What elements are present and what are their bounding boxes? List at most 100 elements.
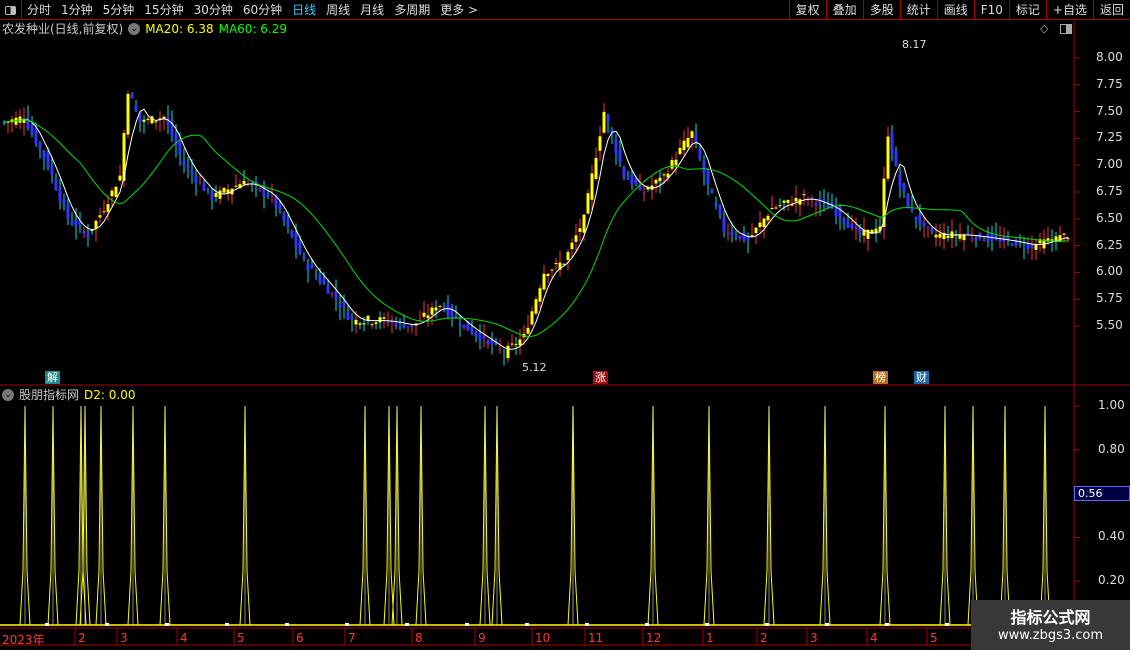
candle-body	[314, 274, 318, 276]
candle-body	[386, 321, 390, 324]
candle-body	[902, 183, 906, 193]
candle-body	[46, 153, 50, 168]
candle-body	[630, 174, 634, 185]
price-tick-label: 6.00	[1096, 264, 1123, 279]
price-chart[interactable]	[0, 0, 1130, 650]
candle-body	[782, 200, 786, 203]
candle-body	[934, 234, 938, 238]
candle-body	[690, 131, 694, 139]
candle-body	[518, 339, 522, 346]
candle-body	[694, 134, 698, 143]
month-label: 2023年	[2, 633, 45, 647]
candle-body	[178, 140, 182, 156]
candle-body	[154, 121, 158, 123]
candle-body	[1034, 244, 1038, 250]
candle-body	[642, 192, 646, 194]
candle-body	[358, 323, 362, 325]
indicator-dot	[165, 623, 169, 626]
event-marker[interactable]: 解	[45, 371, 60, 384]
candle-body	[550, 269, 554, 271]
indicator-dot	[705, 623, 709, 626]
candle-body	[286, 218, 290, 227]
candle-body	[1014, 239, 1018, 246]
price-tick-label: 7.75	[1096, 76, 1123, 91]
candle-body	[762, 218, 766, 228]
candle-body	[102, 211, 106, 213]
candle-body	[534, 299, 538, 314]
candle-body	[34, 127, 38, 144]
price-tick-label: 7.00	[1096, 157, 1123, 172]
event-marker[interactable]: 财	[914, 371, 929, 384]
candle-body	[722, 217, 726, 232]
candle-body	[298, 241, 302, 255]
indicator-dot	[405, 623, 409, 626]
chevron-down-icon[interactable]: ⌄	[2, 388, 14, 401]
low-price-label: 5.12	[522, 361, 547, 374]
candle-body	[578, 228, 582, 232]
candle-body	[726, 233, 730, 235]
candle-body	[66, 204, 70, 220]
candle-body	[926, 226, 930, 228]
indicator-tick-label: 0.80	[1098, 441, 1125, 456]
candle-body	[282, 212, 286, 221]
month-label: 3	[810, 631, 818, 645]
candle-body	[486, 340, 490, 345]
candle-body	[786, 199, 790, 203]
month-label: 2	[760, 631, 768, 645]
candle-body	[678, 147, 682, 155]
candle-body	[86, 232, 90, 238]
candle-body	[198, 182, 202, 184]
candle-body	[574, 235, 578, 242]
candle-body	[582, 214, 586, 233]
candle-body	[478, 333, 482, 341]
month-label: 7	[348, 631, 356, 645]
watermark: 指标公式网 www.zbgs3.com	[971, 600, 1130, 650]
candle-body	[374, 322, 378, 324]
event-marker[interactable]: 榜	[873, 371, 888, 384]
candle-body	[210, 191, 214, 201]
candle-body	[898, 174, 902, 188]
indicator-dot	[825, 623, 829, 626]
candle-body	[438, 305, 442, 307]
indicator-dot	[45, 623, 49, 626]
candle-body	[810, 197, 814, 199]
candle-body	[930, 227, 934, 232]
candle-body	[738, 235, 742, 239]
candle-body	[342, 301, 346, 307]
candle-body	[426, 315, 430, 319]
candle-body	[994, 235, 998, 238]
candle-body	[590, 173, 594, 200]
candle-body	[142, 119, 146, 122]
candle-body	[106, 204, 110, 212]
candle-body	[770, 207, 774, 210]
candle-body	[242, 180, 246, 185]
candle-body	[458, 324, 462, 326]
candle-body	[74, 219, 78, 228]
candle-body	[510, 343, 514, 345]
candle-body	[842, 218, 846, 224]
candle-body	[622, 167, 626, 178]
candle-body	[890, 132, 894, 154]
candle-body	[850, 223, 854, 229]
candle-body	[698, 149, 702, 159]
month-label: 2	[78, 631, 86, 645]
candle-body	[946, 236, 950, 239]
indicator-dot	[885, 623, 889, 626]
price-tick-label: 5.50	[1096, 318, 1123, 332]
candle-body	[886, 136, 890, 179]
candle-body	[702, 160, 706, 174]
candle-body	[346, 311, 350, 320]
candle-body	[218, 190, 222, 199]
event-marker[interactable]: 涨	[593, 371, 608, 384]
candle-body	[370, 324, 374, 326]
candle-body	[546, 273, 550, 277]
candle-body	[338, 304, 342, 308]
candle-body	[662, 174, 666, 176]
indicator-dot	[645, 623, 649, 626]
candle-body	[814, 203, 818, 206]
candle-body	[130, 94, 134, 99]
candle-body	[354, 319, 358, 325]
price-tick-label: 8.00	[1096, 50, 1123, 64]
candle-body	[958, 234, 962, 239]
candle-body	[202, 183, 206, 191]
